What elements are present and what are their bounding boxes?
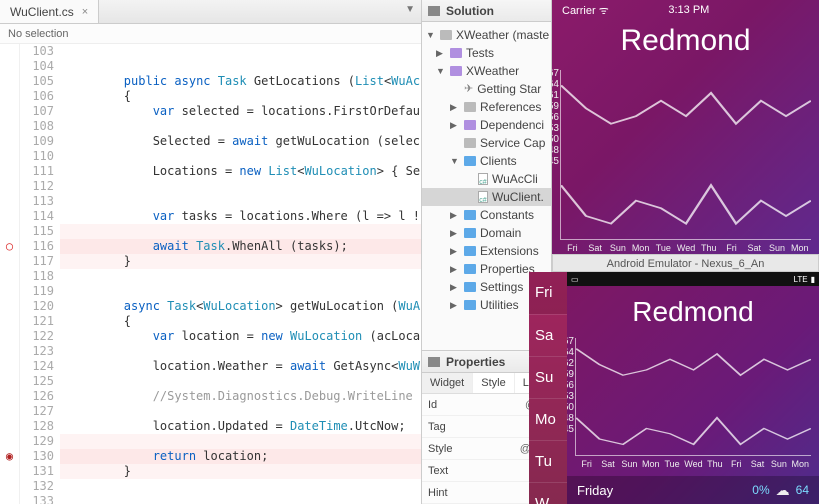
file-tab-label: WuClient.cs bbox=[10, 5, 74, 19]
ios-simulator: Carrier ᯤ 3:13 PM Redmond 67646159565350… bbox=[552, 0, 819, 270]
code-line[interactable] bbox=[60, 59, 421, 74]
code-line[interactable]: location.Weather = await GetAsync<WuW bbox=[60, 359, 421, 374]
carrier-label: Carrier ᯤ bbox=[562, 3, 609, 18]
code-line[interactable]: { bbox=[60, 314, 421, 329]
code-line[interactable] bbox=[60, 434, 421, 449]
code-line[interactable] bbox=[60, 494, 421, 504]
code-line[interactable] bbox=[60, 374, 421, 389]
android-temperature-chart: 676462595653504845 FriSatSunMonTueWedThu… bbox=[575, 338, 811, 456]
prop-label: Text bbox=[428, 465, 468, 477]
android-device: ▭ LTE▮ Redmond 676462595653504845 FriSat… bbox=[567, 272, 819, 504]
tree-node[interactable]: ▶Dependenci bbox=[422, 116, 551, 134]
editor-tabbar: WuClient.cs × ▼ bbox=[0, 0, 421, 24]
properties-icon bbox=[428, 357, 440, 367]
breakpoint-gutter[interactable]: ○◉ bbox=[0, 44, 20, 504]
tree-node[interactable]: ▶Constants bbox=[422, 206, 551, 224]
ios-temperature-chart: 676461595653504845 FriSatSunMonTueWedThu… bbox=[560, 70, 811, 240]
wifi-icon: ᯤ bbox=[599, 5, 609, 17]
code-line[interactable]: var selected = locations.FirstOrDefau bbox=[60, 104, 421, 119]
properties-header-label: Properties bbox=[446, 351, 505, 373]
tree-node[interactable]: ▶Extensions bbox=[422, 242, 551, 260]
properties-tab[interactable]: Widget bbox=[422, 373, 473, 393]
ios-time: 3:13 PM bbox=[668, 4, 709, 16]
day-row[interactable]: W bbox=[529, 482, 567, 504]
android-forecast-footer[interactable]: Friday 0% ☁ 64 bbox=[567, 476, 819, 504]
code-body[interactable]: public async Task GetLocations (List<WuA… bbox=[60, 44, 421, 504]
code-line[interactable]: } bbox=[60, 254, 421, 269]
solution-header: Solution bbox=[422, 0, 551, 22]
code-line[interactable] bbox=[60, 404, 421, 419]
code-line[interactable] bbox=[60, 269, 421, 284]
prop-label: Style bbox=[428, 443, 468, 455]
code-line[interactable] bbox=[60, 194, 421, 209]
android-emulator-titlebar: Android Emulator - Nexus_6_An bbox=[552, 254, 819, 272]
code-line[interactable] bbox=[60, 44, 421, 59]
code-line[interactable] bbox=[60, 344, 421, 359]
code-line[interactable]: { bbox=[60, 89, 421, 104]
file-tab[interactable]: WuClient.cs × bbox=[0, 0, 99, 23]
code-line[interactable]: var location = new WuLocation (acLoca bbox=[60, 329, 421, 344]
solution-header-label: Solution bbox=[446, 0, 494, 22]
day-row[interactable]: Su bbox=[529, 356, 567, 398]
properties-tab[interactable]: Style bbox=[473, 373, 514, 393]
code-line[interactable]: public async Task GetLocations (List<WuA… bbox=[60, 74, 421, 89]
footer-temp: 64 bbox=[796, 483, 809, 497]
cloud-icon: ☁ bbox=[776, 482, 790, 499]
prop-label: Id bbox=[428, 399, 468, 411]
tree-node[interactable]: ▼Clients bbox=[422, 152, 551, 170]
code-line[interactable]: } bbox=[60, 464, 421, 479]
tree-node[interactable]: ▶Tests bbox=[422, 44, 551, 62]
code-line[interactable]: async Task<WuLocation> getWuLocation (Wu… bbox=[60, 299, 421, 314]
tree-node[interactable]: ▶Domain bbox=[422, 224, 551, 242]
android-status-bar: ▭ LTE▮ bbox=[567, 272, 819, 286]
code-line[interactable]: return location; bbox=[60, 449, 421, 464]
tree-node[interactable]: ▶References bbox=[422, 98, 551, 116]
code-line[interactable]: Locations = new List<WuLocation> { Se bbox=[60, 164, 421, 179]
solution-root[interactable]: ▼XWeather (maste bbox=[422, 26, 551, 44]
close-icon[interactable]: × bbox=[82, 6, 88, 18]
day-row[interactable]: Sa bbox=[529, 314, 567, 356]
tree-node[interactable]: ▼XWeather bbox=[422, 62, 551, 80]
tree-node[interactable]: c#WuAcCli bbox=[422, 170, 551, 188]
code-line[interactable] bbox=[60, 149, 421, 164]
code-line[interactable]: Selected = await getWuLocation (selec bbox=[60, 134, 421, 149]
code-line[interactable] bbox=[60, 119, 421, 134]
tree-node[interactable]: Service Cap bbox=[422, 134, 551, 152]
breadcrumb[interactable]: No selection bbox=[0, 24, 421, 44]
android-sd-icon: ▭ bbox=[571, 275, 579, 284]
code-line[interactable]: location.Updated = DateTime.UtcNow; bbox=[60, 419, 421, 434]
code-area[interactable]: ○◉ 1031041051061071081091101111121131141… bbox=[0, 44, 421, 504]
ios-city-title: Redmond bbox=[552, 24, 819, 58]
code-line[interactable] bbox=[60, 179, 421, 194]
tree-node[interactable]: ✈Getting Star bbox=[422, 80, 551, 98]
forecast-days-list[interactable]: FriSaSuMoTuW bbox=[529, 272, 567, 504]
footer-day: Friday bbox=[577, 483, 613, 498]
android-city-title: Redmond bbox=[567, 296, 819, 328]
code-line[interactable]: var tasks = locations.Where (l => l ! bbox=[60, 209, 421, 224]
footer-precip: 0% ☁ 64 bbox=[752, 482, 809, 499]
day-row[interactable]: Fri bbox=[529, 272, 567, 314]
code-line[interactable] bbox=[60, 284, 421, 299]
tab-menu-icon[interactable]: ▼ bbox=[405, 4, 415, 15]
code-line[interactable]: await Task.WhenAll (tasks); bbox=[60, 239, 421, 254]
android-right-icons: LTE▮ bbox=[794, 275, 815, 284]
code-line[interactable]: //System.Diagnostics.Debug.WriteLine bbox=[60, 389, 421, 404]
prop-label: Hint bbox=[428, 487, 468, 499]
code-line[interactable] bbox=[60, 224, 421, 239]
prop-label: Tag bbox=[428, 421, 468, 433]
code-editor-pane: WuClient.cs × ▼ No selection ○◉ 10310410… bbox=[0, 0, 422, 504]
day-row[interactable]: Mo bbox=[529, 398, 567, 440]
code-line[interactable] bbox=[60, 479, 421, 494]
tree-node[interactable]: c#WuClient. bbox=[422, 188, 551, 206]
line-number-gutter: 1031041051061071081091101111121131141151… bbox=[20, 44, 60, 504]
ios-status-bar: Carrier ᯤ 3:13 PM bbox=[552, 0, 819, 20]
day-row[interactable]: Tu bbox=[529, 440, 567, 482]
solution-icon bbox=[428, 6, 440, 16]
